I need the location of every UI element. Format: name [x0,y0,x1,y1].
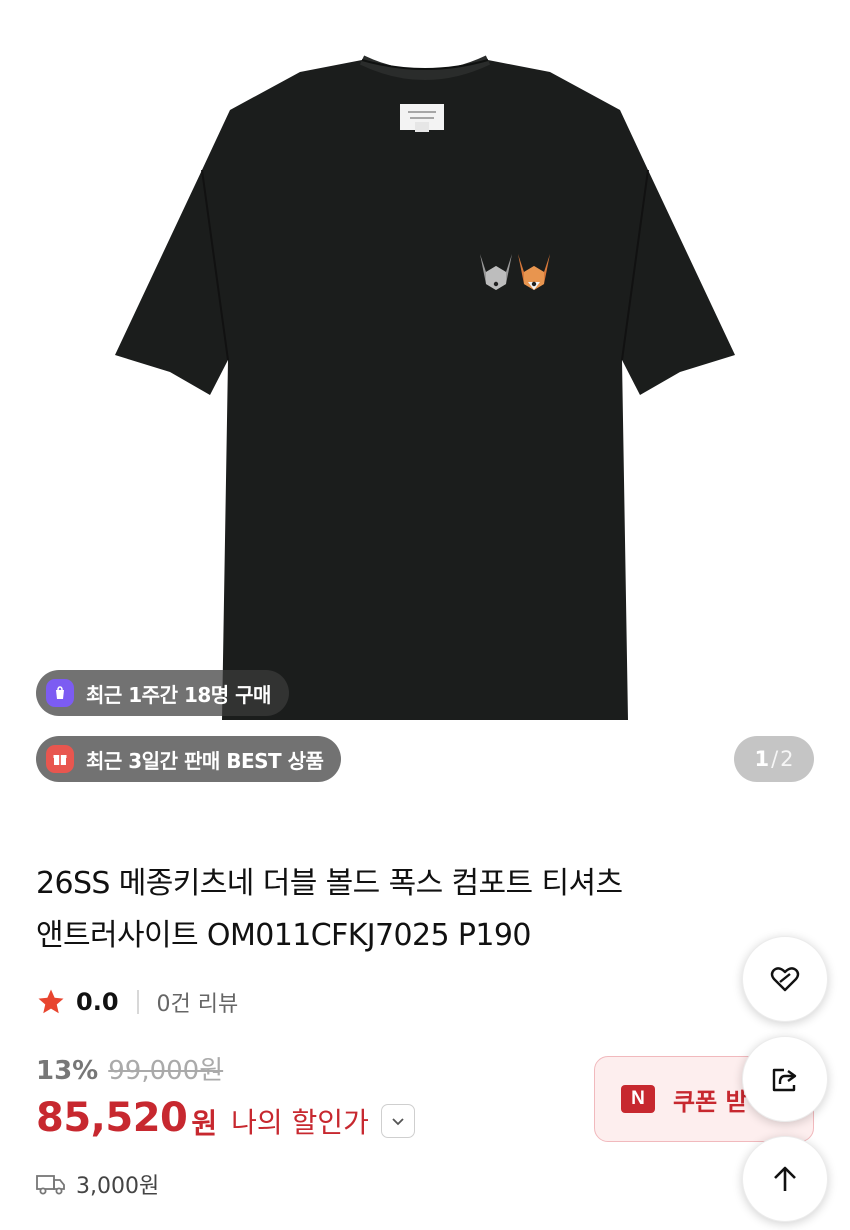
original-price: 99,000원 [108,1056,224,1086]
image-counter-separator: / [771,747,779,771]
delivery-truck-icon [36,1175,65,1195]
product-image-area[interactable]: 최근 1주간 18명 구매 최근 3일간 판매 BEST 상품 1 / 2 [0,0,850,800]
product-title-line1: 26SS 메종키츠네 더블 볼드 폭스 컴포트 티셔츠 [36,866,623,901]
my-discount-toggle[interactable] [380,1104,415,1138]
discount-row: 13% 99,000원 [36,1050,223,1087]
arrow-up-icon [774,1166,796,1191]
heart-link-icon [770,967,800,992]
wishlist-button[interactable] [742,936,828,1022]
image-counter: 1 / 2 [734,736,814,782]
my-discount-label[interactable]: 나의 할인가 [231,1101,369,1141]
shipping-row: 3,000원 [36,1168,159,1200]
rating-score: 0.0 [76,988,119,1016]
sale-price: 85,520 [36,1095,188,1141]
naver-logo-icon: N [621,1085,655,1113]
recent-purchase-text: 최근 1주간 18명 구매 [86,682,271,707]
best-seller-badge: 최근 3일간 판매 BEST 상품 [36,736,342,782]
product-title: 26SS 메종키츠네 더블 볼드 폭스 컴포트 티셔츠 앤트러사이트 OM011… [36,858,736,962]
chevron-down-icon [392,1118,404,1126]
image-counter-total: 2 [780,747,794,771]
star-icon [38,989,64,1014]
rating-row[interactable]: 0.0 0건 리뷰 [36,982,238,1022]
product-title-line2: 앤트러사이트 OM011CFKJ7025 P190 [36,918,531,953]
shopping-bag-icon [46,679,74,707]
shipping-fee: 3,000원 [76,1174,160,1199]
rating-divider [136,990,139,1014]
sale-price-unit: 원 [191,1107,218,1140]
price-row: 85,520 원 나의 할인가 [36,1094,415,1142]
review-count-link[interactable]: 0건 리뷰 [157,986,239,1018]
scroll-top-button[interactable] [742,1136,828,1222]
coupon-label: 쿠폰 받 [673,1087,748,1116]
discount-rate: 13% [36,1056,99,1086]
recent-purchase-badge: 최근 1주간 18명 구매 [36,670,289,716]
image-counter-current: 1 [754,747,770,771]
gift-icon [46,745,74,773]
share-icon [772,1068,797,1092]
best-seller-text: 최근 3일간 판매 BEST 상품 [86,748,324,773]
share-button[interactable] [742,1036,828,1122]
